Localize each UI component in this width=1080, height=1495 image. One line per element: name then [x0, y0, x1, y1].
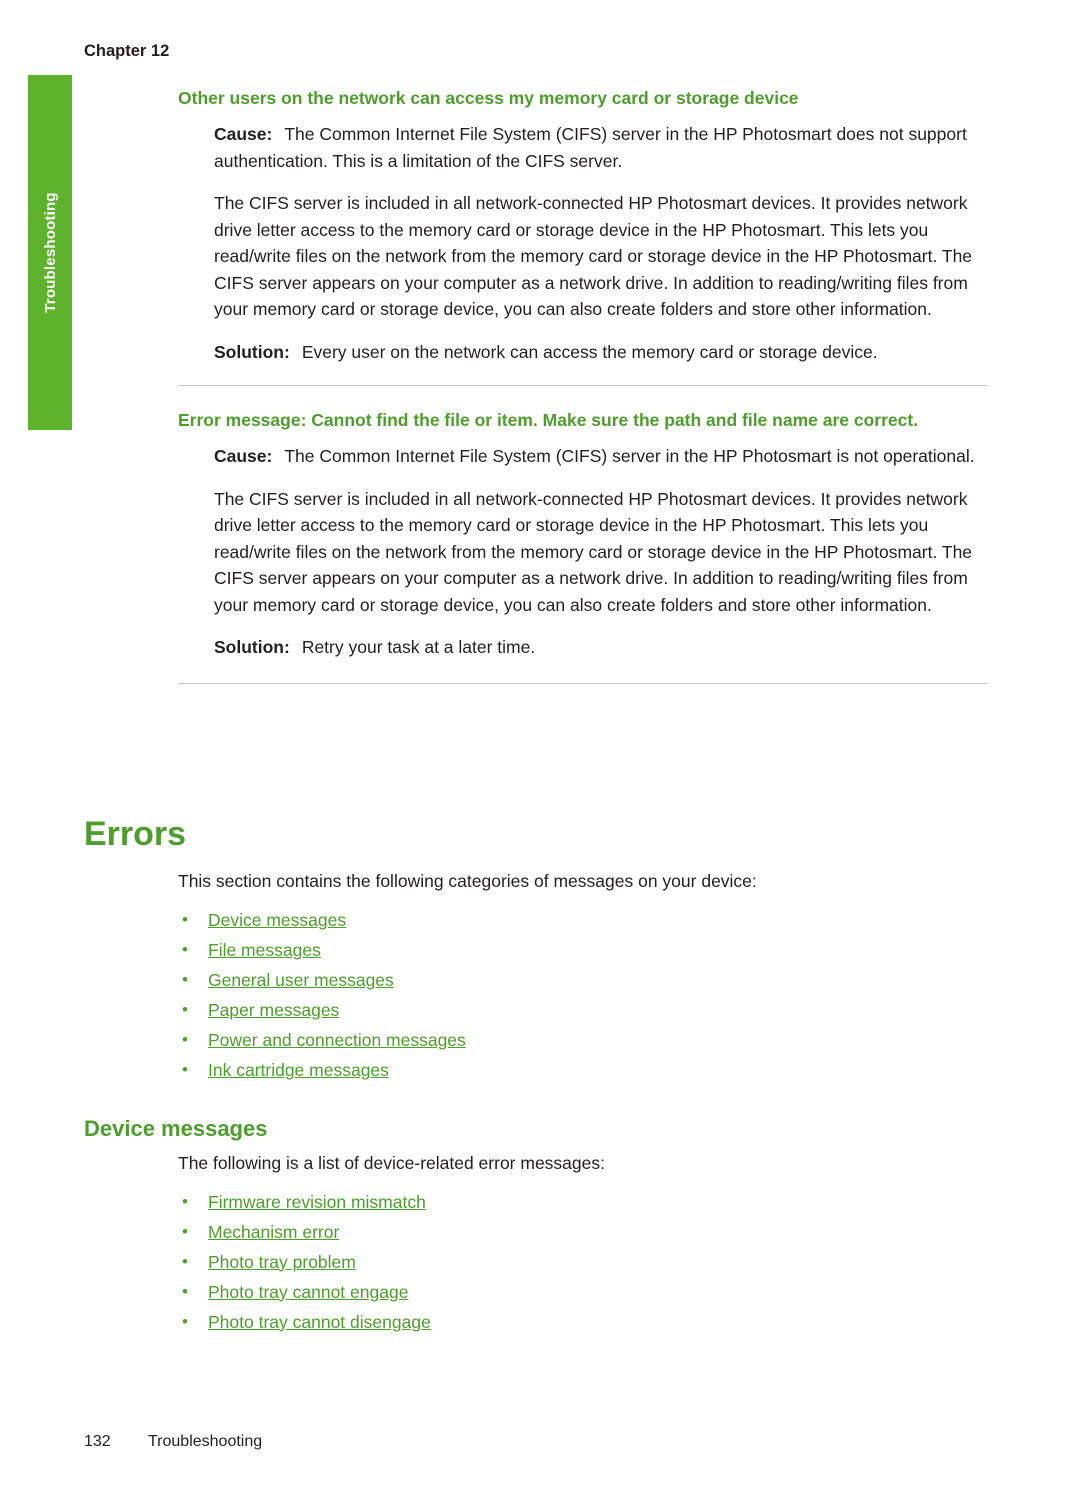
bullet-icon: •	[182, 1311, 188, 1331]
list-item: • Ink cartridge messages	[178, 1055, 998, 1085]
solution-text: Retry your task at a later time.	[301, 637, 536, 657]
list-item: • Photo tray cannot engage	[178, 1277, 998, 1307]
body-paragraph: The CIFS server is included in all netwo…	[214, 488, 973, 615]
link-photo-tray-cannot-engage[interactable]: Photo tray cannot engage	[208, 1282, 408, 1302]
solution-paragraph: Solution: Retry your task at a later time…	[214, 634, 988, 661]
bullet-icon: •	[182, 1221, 188, 1241]
errors-title: Errors	[84, 815, 187, 853]
footer-label: Troubleshooting	[148, 1433, 263, 1450]
errors-section: This section contains the following cate…	[178, 868, 998, 1085]
solution-label: Solution:	[214, 637, 290, 657]
list-item: • Paper messages	[178, 995, 998, 1025]
link-photo-tray-problem[interactable]: Photo tray problem	[208, 1252, 356, 1272]
page: Troubleshooting Chapter 12 Other users o…	[0, 0, 1080, 1495]
cause-text: The Common Internet File System (CIFS) s…	[284, 446, 975, 466]
link-device-messages[interactable]: Device messages	[208, 910, 346, 930]
solution-text: Every user on the network can access the…	[301, 341, 878, 362]
list-item: • Device messages	[178, 905, 998, 935]
section-heading: Error message: Cannot find the file or i…	[178, 410, 919, 430]
section-block: Error message: Cannot find the file or i…	[178, 408, 988, 661]
side-tab-text: Troubleshooting	[41, 192, 59, 313]
list-item: • File messages	[178, 935, 998, 965]
side-tab-label: Troubleshooting	[28, 75, 72, 430]
device-messages-link-list: • Firmware revision mismatch • Mechanism e…	[178, 1187, 998, 1337]
solution-label: Solution:	[214, 341, 290, 362]
section-divider	[178, 385, 988, 386]
cause-label: Cause:	[214, 124, 273, 144]
section-body: Cause: The Common Internet File System (C…	[214, 443, 988, 661]
bullet-icon: •	[182, 909, 188, 929]
list-item: • General user messages	[178, 965, 998, 995]
link-paper-messages[interactable]: Paper messages	[208, 1000, 339, 1020]
bullet-icon: •	[182, 939, 188, 959]
link-power-and-connection-messages[interactable]: Power and connection messages	[208, 1030, 466, 1050]
bullet-icon: •	[182, 1281, 188, 1301]
section-block: Other users on the network can access my…	[178, 86, 988, 365]
bullet-icon: •	[182, 1029, 188, 1049]
bullet-icon: •	[182, 1191, 188, 1211]
bullet-icon: •	[182, 1251, 188, 1271]
link-file-messages[interactable]: File messages	[208, 940, 321, 960]
section-heading: Other users on the network can access my…	[178, 88, 799, 108]
bullet-icon: •	[182, 999, 188, 1019]
errors-link-list: • Device messages • File messages • General…	[178, 905, 998, 1085]
errors-intro: This section contains the following cate…	[178, 871, 757, 891]
cause-label: Cause:	[214, 446, 273, 466]
list-item: • Mechanism error	[178, 1217, 998, 1247]
main-content: Other users on the network can access my…	[178, 86, 988, 706]
cause-paragraph: Cause: The Common Internet File System (C…	[214, 443, 988, 470]
solution-paragraph: Solution: Every user on the network can a…	[214, 339, 988, 366]
bullet-icon: •	[182, 1059, 188, 1079]
bullet-icon: •	[182, 969, 188, 989]
device-messages-intro: The following is a list of device-relate…	[178, 1153, 605, 1173]
device-messages-section: The following is a list of device-relate…	[178, 1150, 998, 1337]
link-firmware-revision-mismatch[interactable]: Firmware revision mismatch	[208, 1192, 426, 1212]
cause-text: The Common Internet File System (CIFS) s…	[214, 124, 967, 171]
footer-page-number: 132	[84, 1433, 111, 1450]
list-item: • Firmware revision mismatch	[178, 1187, 998, 1217]
section-body: Cause: The Common Internet File System (C…	[214, 121, 988, 365]
chapter-label: Chapter 12	[84, 42, 170, 60]
list-item: • Power and connection messages	[178, 1025, 998, 1055]
list-item: • Photo tray problem	[178, 1247, 998, 1277]
link-photo-tray-cannot-disengage[interactable]: Photo tray cannot disengage	[208, 1312, 431, 1332]
list-item: • Photo tray cannot disengage	[178, 1307, 998, 1337]
section-divider	[178, 682, 988, 684]
cause-paragraph: Cause: The Common Internet File System (C…	[214, 121, 988, 174]
device-messages-title: Device messages	[84, 1116, 268, 1141]
link-ink-cartridge-messages[interactable]: Ink cartridge messages	[208, 1060, 389, 1080]
link-general-user-messages[interactable]: General user messages	[208, 970, 394, 990]
link-mechanism-error[interactable]: Mechanism error	[208, 1222, 339, 1242]
page-footer: 132 Troubleshooting	[84, 1433, 262, 1451]
body-paragraph: The CIFS server is included in all netwo…	[214, 193, 973, 319]
